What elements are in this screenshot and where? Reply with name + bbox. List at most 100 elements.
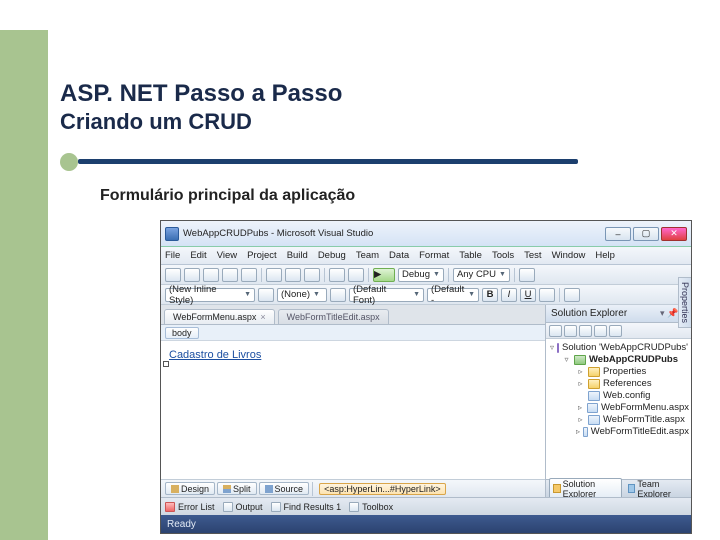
tab-active[interactable]: WebFormMenu.aspx×	[164, 309, 275, 324]
menu-build[interactable]: Build	[287, 250, 308, 261]
tree-item[interactable]: ▹Properties	[576, 366, 689, 377]
platform-value: Any CPU	[457, 269, 496, 280]
underline-label: U	[525, 289, 532, 300]
menu-team[interactable]: Team	[356, 250, 379, 261]
tree-item[interactable]: ▹WebFormMenu.aspx	[576, 402, 689, 413]
se-tab-label: Team Explorer	[637, 479, 684, 499]
align-icon[interactable]	[564, 288, 580, 302]
selection-handle-icon[interactable]	[163, 361, 169, 367]
se-refresh-icon[interactable]	[564, 325, 577, 337]
source-icon	[265, 485, 273, 493]
minimize-button[interactable]: –	[605, 227, 631, 241]
start-debug-icon[interactable]: ▶	[373, 268, 395, 282]
fontsize-dropdown[interactable]: (Default -▼	[427, 288, 479, 302]
style-dropdown[interactable]: (New Inline Style)▼	[165, 288, 255, 302]
window-title: WebAppCRUDPubs - Microsoft Visual Studio	[183, 228, 373, 239]
findresults-button[interactable]: Find Results 1	[271, 502, 342, 512]
menu-help[interactable]: Help	[595, 250, 615, 261]
window-titlebar[interactable]: WebAppCRUDPubs - Microsoft Visual Studio…	[161, 221, 691, 247]
hyperlink-control[interactable]: Cadastro de Livros	[169, 349, 539, 361]
font-dropdown[interactable]: (Default Font)▼	[349, 288, 424, 302]
output-button[interactable]: Output	[223, 502, 263, 512]
fontcolor-icon[interactable]	[539, 288, 555, 302]
errorlist-button[interactable]: Error List	[165, 502, 215, 512]
find-icon[interactable]	[519, 268, 535, 282]
undo-icon[interactable]	[329, 268, 345, 282]
config-dropdown[interactable]: Debug▼	[398, 268, 444, 282]
tab-inactive[interactable]: WebFormTitleEdit.aspx	[278, 309, 389, 324]
cut-icon[interactable]	[266, 268, 282, 282]
tag-navigator[interactable]: <asp:HyperLin...#HyperLink>	[319, 483, 446, 495]
save-all-icon[interactable]	[241, 268, 257, 282]
tree-item-label: WebFormMenu.aspx	[601, 402, 689, 413]
se-showall-icon[interactable]	[579, 325, 592, 337]
se-home-icon[interactable]	[549, 325, 562, 337]
menu-data[interactable]: Data	[389, 250, 409, 261]
menu-bar: File Edit View Project Build Debug Team …	[161, 247, 691, 265]
solution-icon	[557, 343, 559, 353]
se-toolbar	[546, 323, 691, 339]
file-icon	[588, 391, 600, 401]
tree-item[interactable]: ▹References	[576, 378, 689, 389]
menu-tools[interactable]: Tools	[492, 250, 514, 261]
se-viewcode-icon[interactable]	[609, 325, 622, 337]
view-source-button[interactable]: Source	[259, 482, 310, 495]
view-design-button[interactable]: Design	[165, 482, 215, 495]
design-canvas[interactable]: Cadastro de Livros	[161, 341, 545, 479]
italic-button[interactable]: I	[501, 288, 517, 302]
tree-item[interactable]: ▹WebFormTitleEdit.aspx	[576, 426, 689, 437]
toolbox-button[interactable]: Toolbox	[349, 502, 393, 512]
toolbar-sep	[368, 268, 369, 282]
solution-explorer-title[interactable]: Solution Explorer ▾ 📌 ×	[546, 305, 691, 323]
tree-solution[interactable]: ▿Solution 'WebAppCRUDPubs' (1 project)	[550, 342, 689, 353]
file-icon	[588, 415, 600, 425]
tree-item-label: Web.config	[603, 390, 650, 401]
tree-project[interactable]: ▿WebAppCRUDPubs	[550, 354, 689, 365]
tag-icon[interactable]	[330, 288, 346, 302]
style-apply-icon[interactable]	[258, 288, 274, 302]
view-design-label: Design	[181, 484, 209, 494]
menu-test[interactable]: Test	[524, 250, 541, 261]
tab-close-icon[interactable]: ×	[260, 312, 265, 322]
platform-dropdown[interactable]: Any CPU▼	[453, 268, 510, 282]
menu-project[interactable]: Project	[247, 250, 277, 261]
maximize-button[interactable]: ▢	[633, 227, 659, 241]
rule-dropdown[interactable]: (None)▼	[277, 288, 327, 302]
add-item-icon[interactable]	[184, 268, 200, 282]
bold-button[interactable]: B	[482, 288, 498, 302]
document-tabs: WebFormMenu.aspx× WebFormTitleEdit.aspx	[161, 305, 545, 325]
italic-label: I	[508, 289, 511, 300]
breadcrumb-body[interactable]: body	[165, 327, 199, 339]
find-label: Find Results 1	[284, 502, 342, 512]
tree-item[interactable]: ▹WebFormTitle.aspx	[576, 414, 689, 425]
se-properties-icon[interactable]	[594, 325, 607, 337]
tree-item-label: WebFormTitleEdit.aspx	[591, 426, 689, 437]
menu-view[interactable]: View	[217, 250, 237, 261]
copy-icon[interactable]	[285, 268, 301, 282]
se-tree[interactable]: ▿Solution 'WebAppCRUDPubs' (1 project) ▿…	[546, 339, 691, 479]
se-tab-label: Solution Explorer	[563, 479, 618, 499]
menu-file[interactable]: File	[165, 250, 180, 261]
close-button[interactable]: ✕	[661, 227, 687, 241]
properties-collapsed-tab[interactable]: Properties	[678, 277, 691, 328]
open-icon[interactable]	[203, 268, 219, 282]
bold-label: B	[487, 289, 494, 300]
paste-icon[interactable]	[304, 268, 320, 282]
tree-item[interactable]: Web.config	[576, 390, 689, 401]
menu-table[interactable]: Table	[459, 250, 482, 261]
menu-debug[interactable]: Debug	[318, 250, 346, 261]
underline-button[interactable]: U	[520, 288, 536, 302]
menu-window[interactable]: Window	[552, 250, 586, 261]
find-icon	[271, 502, 281, 512]
toolbar-sep	[261, 268, 262, 282]
menu-edit[interactable]: Edit	[190, 250, 206, 261]
view-split-button[interactable]: Split	[217, 482, 257, 495]
redo-icon[interactable]	[348, 268, 364, 282]
save-icon[interactable]	[222, 268, 238, 282]
status-bar: Ready	[161, 515, 691, 533]
output-label: Output	[236, 502, 263, 512]
new-project-icon[interactable]	[165, 268, 181, 282]
visual-studio-window: WebAppCRUDPubs - Microsoft Visual Studio…	[160, 220, 692, 534]
slide-title-line1: ASP. NET Passo a Passo	[60, 80, 600, 109]
menu-format[interactable]: Format	[419, 250, 449, 261]
